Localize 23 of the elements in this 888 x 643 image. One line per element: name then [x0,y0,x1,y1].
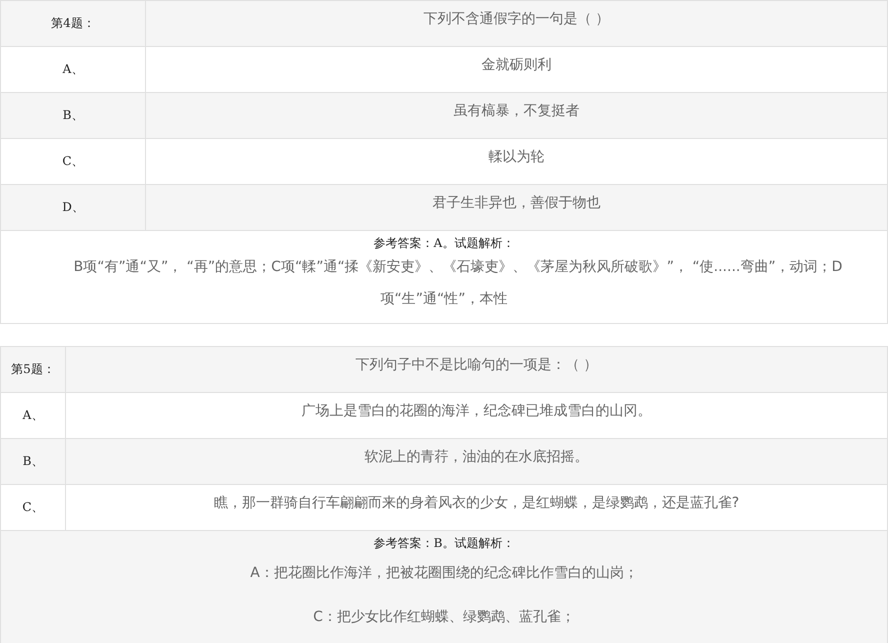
option-letter: C、 [1,485,66,530]
question-stem: 下列不含通假字的一句是（ ） [422,10,611,29]
option-text: 虽有槁暴，不复挺者 [452,102,580,121]
option-letter: C、 [1,139,146,184]
question-number: 第5题： [1,347,66,392]
option-letter: A、 [1,393,66,438]
option-text: 輮以为轮 [488,148,546,167]
option-text: 软泥上的青荇，油油的在水底招摇。 [364,448,590,467]
option-text: 君子生非异也，善假于物也 [432,194,602,213]
answer-heading: 参考答案：A。试题解析： [372,235,516,251]
option-text: 广场上是雪白的花圈的海洋，纪念碑已堆成雪白的山冈。 [300,402,652,421]
option-letter: B、 [1,439,66,484]
option-letter: D、 [1,185,146,230]
explanation-text: C：把少女比作红蝴蝶、绿鹦鹉、蓝孔雀； [312,608,576,627]
explanation-text: A：把花圈比作海洋，把被花圈围绕的纪念碑比作雪白的山岗； [249,564,639,583]
question-stem: 下列句子中不是比喻句的一项是：（ ） [354,356,599,375]
explanation-text: B项“有”通“又”， “再”的意思；C项“輮”通“揉《新安吏》、《石壕吏》、《茅屋为秋风所破歌》”， “使......弯曲”，动词；D项“生”通“性”，本性 [72,258,844,309]
question-number: 第4题： [1,1,146,46]
option-text: 瞧，那一群骑自行车翩翩而来的身着风衣的少女，是红蝴蝶，是绿鹦鹉，还是蓝孔雀? [212,494,740,513]
answer-heading: 参考答案：B。试题解析： [372,535,516,551]
option-letter: A、 [1,47,146,92]
option-letter: B、 [1,93,146,138]
option-text: 金就砺则利 [480,56,552,75]
